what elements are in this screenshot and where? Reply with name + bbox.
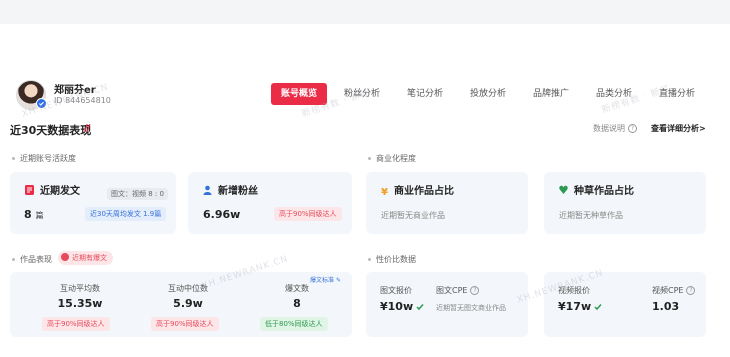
section-title: 近30天数据表现 — [10, 124, 92, 137]
video-cpe-value: 1.03 — [652, 300, 680, 313]
section-decoration-icon: // — [84, 123, 90, 134]
top-bar — [0, 0, 730, 24]
new-fans-value: 6.96w — [203, 208, 241, 221]
image-price-value: ¥10w — [380, 300, 424, 313]
check-icon — [594, 304, 602, 311]
median-interaction-badge: 高于90%同级达人 — [151, 317, 219, 331]
grass-works-title: 种草作品占比 — [559, 182, 634, 197]
edit-icon: ✎ — [335, 277, 341, 284]
grass-works-note: 近期暂无种草作品 — [559, 211, 623, 220]
post-type-ratio: 图文：视频 8 : 0 — [107, 188, 168, 200]
hot-icon — [61, 253, 69, 261]
tab-brand-promotion[interactable]: 品牌推广 — [533, 83, 569, 105]
avg-interaction-metric: 互动平均数 15.35w — [40, 283, 120, 310]
image-cpe-note: 近期暂无图文商业作品 — [436, 304, 506, 312]
avg-interaction-badge: 高于90%同级达人 — [42, 317, 110, 331]
hot-post-count-label: 爆文数 — [285, 284, 309, 293]
data-explain-link[interactable]: 数据说明? — [593, 123, 637, 134]
video-price-value: ¥17w — [558, 300, 602, 313]
help-icon: ? — [628, 124, 637, 133]
user-icon — [203, 185, 212, 195]
image-price-card: 图文报价 ¥10w 图文CPE? 近期暂无图文商业作品 — [366, 272, 528, 337]
grass-works-card: 种草作品占比 近期暂无种草作品 — [544, 172, 706, 234]
hot-post-count-badge: 低于80%同级达人 — [260, 317, 328, 331]
image-price: 图文报价 ¥10w — [380, 285, 424, 313]
help-icon[interactable]: ? — [470, 286, 480, 295]
hot-post-count-value: 8 — [293, 297, 301, 310]
new-fans-card: 新增粉丝 6.96w 高于90%同级达人 — [188, 172, 352, 234]
image-price-label: 图文报价 — [380, 286, 412, 295]
video-cpe-label: 视频CPE — [652, 286, 684, 295]
help-icon[interactable]: ? — [686, 286, 696, 295]
avg-interaction-label: 互动平均数 — [60, 284, 100, 293]
check-icon — [416, 304, 424, 311]
document-icon — [25, 185, 34, 195]
view-detail-link[interactable]: 查看详细分析> — [651, 123, 706, 134]
hot-post-count-metric: 爆文数 8 — [257, 283, 337, 310]
recent-posts-card: 近期发文 图文：视频 8 : 0 8 篇 近30天周均发文 1.9篇 — [10, 172, 176, 234]
cost-effectiveness-label: 性价比数据 — [368, 254, 416, 265]
video-cpe: 视频CPE? 1.03 — [652, 285, 696, 313]
commercial-label: 商业化程度 — [368, 153, 416, 164]
yen-icon: ¥ — [381, 187, 388, 198]
business-works-card: ¥ 商业作品占比 近期暂无商业作品 — [366, 172, 528, 234]
business-works-note: 近期暂无商业作品 — [381, 211, 445, 220]
works-performance-label: 作品表现 — [12, 254, 52, 265]
new-fans-title: 新增粉丝 — [203, 182, 258, 197]
works-performance-card: 互动平均数 15.35w 高于90%同级达人 互动中位数 5.9w 高于90%同… — [10, 272, 352, 337]
weekly-post-badge: 近30天周均发文 1.9篇 — [85, 207, 167, 221]
median-interaction-value: 5.9w — [173, 297, 203, 310]
avg-interaction-value: 15.35w — [57, 297, 103, 310]
tab-notes-analysis[interactable]: 笔记分析 — [407, 83, 443, 105]
hot-post-tag[interactable]: 近期有爆文 — [58, 251, 113, 265]
recent-posts-count: 8 篇 — [24, 208, 44, 221]
hot-standard-link[interactable]: 爆文标准 ✎ — [310, 275, 341, 284]
recent-posts-title: 近期发文 — [25, 182, 80, 197]
business-works-title: ¥ 商业作品占比 — [381, 186, 454, 198]
tab-delivery-analysis[interactable]: 投放分析 — [470, 83, 506, 105]
new-fans-badge: 高于90%同级达人 — [274, 207, 342, 221]
heart-icon — [559, 185, 568, 194]
recent-activity-label: 近期账号活跃度 — [12, 153, 76, 164]
image-cpe-label: 图文CPE — [436, 286, 468, 295]
image-cpe: 图文CPE? — [436, 285, 480, 296]
